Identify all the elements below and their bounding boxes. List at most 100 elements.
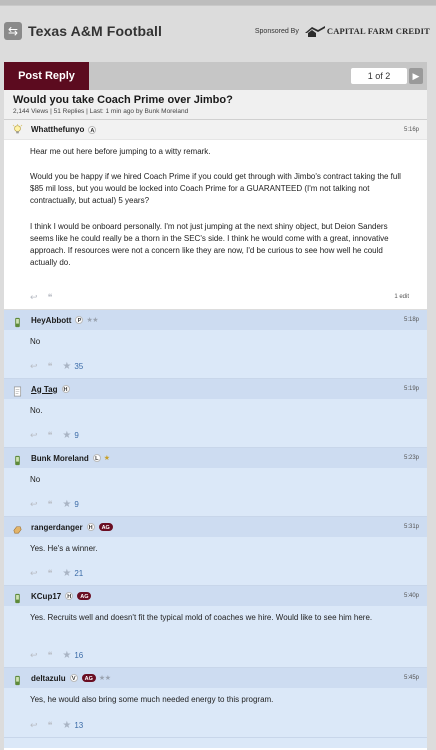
phone-icon bbox=[12, 453, 23, 465]
topic-meta: 2,144 Views | 51 Replies | Last: 1 min a… bbox=[13, 108, 189, 115]
username[interactable]: HeyAbbott bbox=[31, 316, 71, 325]
like-star-icon[interactable]: ★ bbox=[62, 650, 71, 661]
action-bar: Post Reply 1 of 2 ▶ bbox=[4, 62, 427, 90]
topic-title: Would you take Coach Prime over Jimbo? bbox=[13, 94, 233, 106]
post-header: Whatthefunyo A 5:16p bbox=[4, 120, 427, 140]
post-time: 5:23p bbox=[403, 455, 419, 461]
reply-icon[interactable]: ↩ bbox=[30, 568, 38, 579]
reply-post: KCup17 H AG 5:40p Yes. Recruits well and doe… bbox=[4, 586, 427, 668]
quote-icon[interactable]: ❝ bbox=[48, 568, 53, 579]
reply-icon[interactable]: ↩ bbox=[30, 430, 38, 441]
post-time: 5:40p bbox=[403, 593, 419, 599]
topic-header: Would you take Coach Prime over Jimbo? 2… bbox=[4, 90, 427, 120]
post-footer: ↩ ❝ ★ 21 bbox=[30, 567, 409, 579]
reply-icon[interactable]: ↩ bbox=[30, 499, 38, 510]
like-count: 9 bbox=[74, 499, 79, 509]
lightbulb-icon bbox=[12, 124, 23, 134]
quote-icon[interactable]: ❝ bbox=[48, 650, 53, 661]
post-time: 5:16p bbox=[403, 126, 419, 133]
like-count: 9 bbox=[74, 430, 79, 440]
quote-icon[interactable]: ❝ bbox=[48, 430, 53, 441]
post-text: No bbox=[30, 337, 41, 346]
pager: 1 of 2 ▶ bbox=[351, 68, 423, 84]
quote-icon[interactable]: ❝ bbox=[48, 499, 53, 510]
quote-icon[interactable]: ❝ bbox=[48, 361, 53, 372]
post-footer: ↩ ❝ ★ 13 bbox=[30, 719, 409, 731]
post-time: 5:31p bbox=[403, 524, 419, 530]
ag-badge: AG bbox=[77, 592, 92, 600]
rank-badge: P bbox=[75, 316, 84, 324]
post-body: Yes. He's a winner. bbox=[4, 537, 427, 555]
phone-icon bbox=[12, 315, 23, 327]
post-reply-button[interactable]: Post Reply bbox=[4, 62, 89, 90]
reply-icon[interactable]: ↩ bbox=[30, 720, 38, 731]
post-body: Yes, he would also bring some much neede… bbox=[4, 688, 427, 706]
thread-card: Post Reply 1 of 2 ▶ Would you take Coach… bbox=[4, 62, 427, 750]
post-paragraph: Would you be happy if we hired Coach Pri… bbox=[30, 172, 401, 205]
like-star-icon[interactable]: ★ bbox=[62, 430, 71, 441]
post-header: deltazulu V AG ★★ 5:45p bbox=[4, 668, 427, 688]
post-text: Yes. He's a winner. bbox=[30, 544, 98, 553]
post-header: Ag Tag H 5:19p bbox=[4, 379, 427, 399]
reply-icon[interactable]: ↩ bbox=[30, 292, 38, 303]
rank-badge: H bbox=[86, 523, 95, 531]
post-time: 5:45p bbox=[403, 675, 419, 681]
reply-post: rangerdanger H AG 5:31p Yes. He's a winner. ↩… bbox=[4, 517, 427, 586]
post-body: No bbox=[4, 468, 427, 486]
like-count: 21 bbox=[74, 568, 84, 578]
post-body: No bbox=[4, 330, 427, 348]
post-text: No. bbox=[30, 406, 43, 415]
board-title[interactable]: Texas A&M Football bbox=[28, 23, 162, 39]
rank-badge: A bbox=[88, 125, 97, 134]
username[interactable]: deltazulu bbox=[31, 674, 66, 683]
like-count: 16 bbox=[74, 650, 84, 660]
ag-badge: AG bbox=[81, 674, 96, 682]
ag-badge: AG bbox=[98, 523, 113, 531]
barn-icon bbox=[304, 26, 325, 37]
like-star-icon[interactable]: ★ bbox=[62, 499, 71, 510]
swap-icon[interactable]: ⇆ bbox=[4, 22, 22, 40]
post-footer: ↩ ❝ ★ 35 bbox=[30, 360, 409, 372]
like-count: 13 bbox=[74, 720, 84, 730]
edit-note: 1 edit bbox=[394, 294, 409, 300]
post-paragraph: Hear me out here before jumping to a wit… bbox=[30, 147, 211, 156]
reply-post: HeyAbbott P ★★ 5:18p No ↩ ❝ ★ 35 bbox=[4, 310, 427, 379]
rank-badge: V bbox=[69, 674, 78, 682]
quote-icon[interactable]: ❝ bbox=[48, 720, 53, 731]
star-rating: ★★ bbox=[98, 675, 111, 682]
reply-post: Ag Tag H 5:19p No. ↩ ❝ ★ 9 bbox=[4, 379, 427, 448]
original-post: Whatthefunyo A 5:16p Hear me out here be… bbox=[4, 120, 427, 310]
username[interactable]: Bunk Moreland bbox=[31, 454, 89, 463]
page-select[interactable]: 1 of 2 bbox=[351, 68, 407, 84]
username[interactable]: KCup17 bbox=[31, 592, 61, 601]
username[interactable]: rangerdanger bbox=[31, 523, 83, 532]
star-rating: ★★ bbox=[86, 317, 99, 324]
post-body: Yes. Recruits well and doesn't fit the t… bbox=[4, 606, 427, 624]
reply-icon[interactable]: ↩ bbox=[30, 650, 38, 661]
document-icon bbox=[12, 384, 23, 396]
post-header: KCup17 H AG 5:40p bbox=[4, 586, 427, 606]
next-page-icon[interactable]: ▶ bbox=[409, 68, 423, 84]
post-body: Hear me out here before jumping to a wit… bbox=[4, 140, 427, 269]
post-time: 5:19p bbox=[403, 386, 419, 392]
phone-icon bbox=[12, 673, 23, 685]
quote-icon[interactable]: ❝ bbox=[48, 292, 53, 303]
star-rating: ★ bbox=[103, 455, 110, 462]
like-star-icon[interactable]: ★ bbox=[62, 720, 71, 731]
sponsor-logo[interactable]: CAPITAL FARM CREDIT bbox=[304, 24, 430, 38]
sponsor-name: CAPITAL FARM CREDIT bbox=[326, 26, 430, 36]
sponsor-label: Sponsored By bbox=[254, 27, 299, 35]
phone-icon bbox=[12, 591, 23, 603]
like-star-icon[interactable]: ★ bbox=[62, 568, 71, 579]
username[interactable]: Whatthefunyo bbox=[31, 125, 84, 134]
post-footer: ↩ ❝ ★ 16 bbox=[30, 649, 409, 661]
post-header: Bunk Moreland L ★ 5:23p bbox=[4, 448, 427, 468]
reply-icon[interactable]: ↩ bbox=[30, 361, 38, 372]
reply-list: HeyAbbott P ★★ 5:18p No ↩ ❝ ★ 35 Ag Tag H 5:19p No. ↩… bbox=[4, 310, 427, 738]
like-star-icon[interactable]: ★ bbox=[62, 361, 71, 372]
rank-badge: H bbox=[61, 385, 70, 393]
post-text: Yes. Recruits well and doesn't fit the t… bbox=[30, 613, 373, 622]
post-footer: ↩ ❝ ★ 9 bbox=[30, 498, 409, 510]
username[interactable]: Ag Tag bbox=[31, 385, 58, 394]
post-footer: ↩ ❝ 1 edit bbox=[30, 291, 409, 303]
